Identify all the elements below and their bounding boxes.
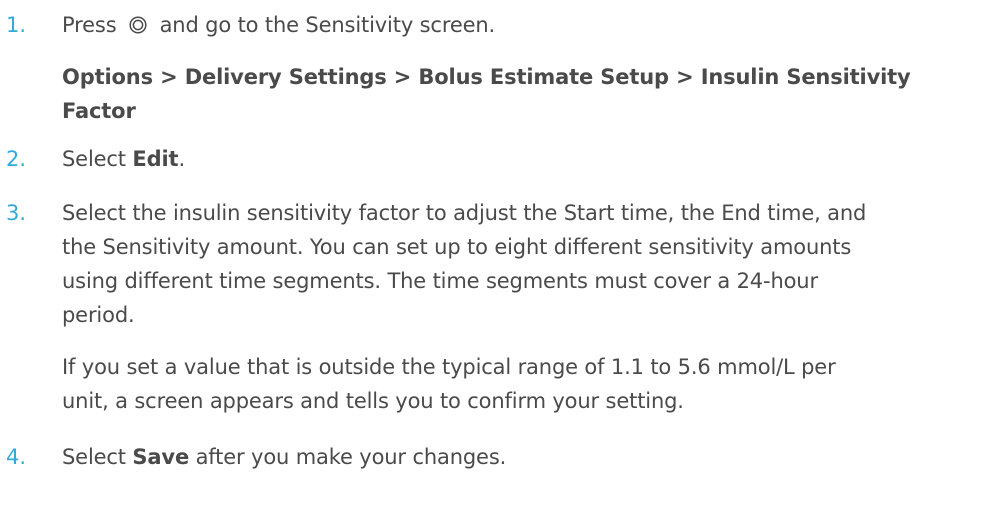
step-text-line: the Sensitivity amount. You can set up t… — [62, 235, 852, 259]
step-text: Select Edit. — [62, 144, 185, 174]
step-text: Press and go to the Sensitivity screen. — [62, 10, 495, 40]
step-text-after-icon: and go to the Sensitivity screen. — [159, 13, 496, 37]
page: { "steps": [ { "number": "1.", "text_bef… — [0, 0, 988, 517]
step-text-line: period. — [62, 303, 135, 327]
step-number: 4. — [6, 445, 27, 469]
save-label: Save — [132, 445, 190, 469]
edit-label: Edit — [132, 147, 179, 171]
step-number: 3. — [6, 201, 27, 225]
step-number: 1. — [6, 13, 27, 37]
step-number: 2. — [6, 147, 27, 171]
step-text-prefix: Select — [62, 445, 126, 469]
select-button-icon — [129, 16, 147, 34]
menu-path-line-1: Options > Delivery Settings > Bolus Esti… — [62, 65, 911, 89]
note-text-line: If you set a value that is outside the t… — [62, 355, 836, 379]
note-text-line: unit, a screen appears and tells you to … — [62, 389, 684, 413]
step-text-prefix: Select — [62, 147, 126, 171]
step-text-line: using different time segments. The time … — [62, 269, 818, 293]
step-text-line: Select the insulin sensitivity factor to… — [62, 201, 867, 225]
step-text-suffix: . — [178, 147, 185, 171]
step-text-before-icon: Press — [62, 13, 117, 37]
step-text-suffix: after you make your changes. — [195, 445, 507, 469]
step-text: Select Save after you make your changes. — [62, 442, 506, 472]
menu-path-line-2: Factor — [62, 99, 136, 123]
